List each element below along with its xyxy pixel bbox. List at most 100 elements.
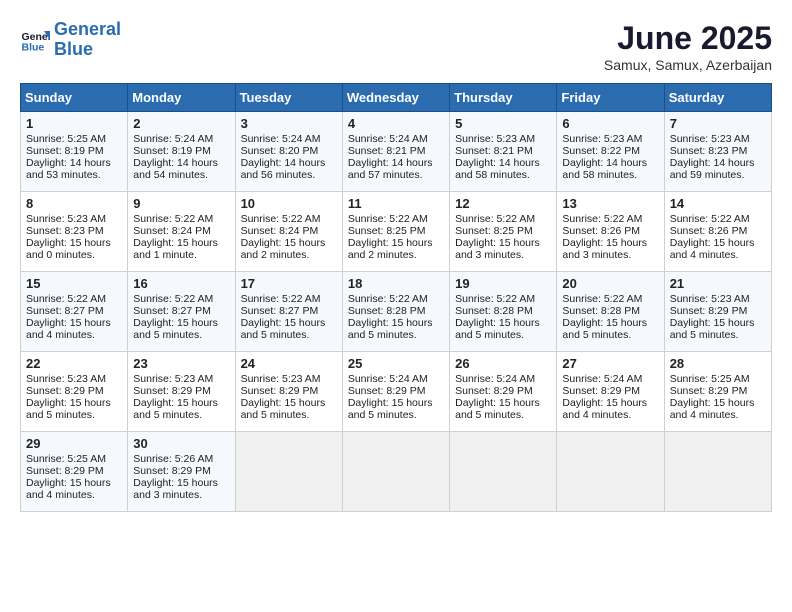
day-info: Sunrise: 5:22 AM — [133, 213, 229, 225]
day-info: Daylight: 15 hours — [241, 237, 337, 249]
day-info: Sunrise: 5:25 AM — [670, 373, 766, 385]
day-info: and 4 minutes. — [26, 489, 122, 501]
day-info: and 4 minutes. — [670, 249, 766, 261]
day-info: and 5 minutes. — [455, 409, 551, 421]
svg-text:Blue: Blue — [22, 41, 45, 53]
day-number: 30 — [133, 436, 229, 451]
day-info: Daylight: 14 hours — [26, 157, 122, 169]
day-info: Sunset: 8:25 PM — [455, 225, 551, 237]
day-info: Sunrise: 5:24 AM — [455, 373, 551, 385]
calendar-cell: 23Sunrise: 5:23 AMSunset: 8:29 PMDayligh… — [128, 352, 235, 432]
header-cell-friday: Friday — [557, 84, 664, 112]
day-info: Sunrise: 5:22 AM — [562, 213, 658, 225]
header-row: SundayMondayTuesdayWednesdayThursdayFrid… — [21, 84, 772, 112]
day-info: Daylight: 15 hours — [241, 317, 337, 329]
day-info: Daylight: 14 hours — [241, 157, 337, 169]
day-info: Daylight: 15 hours — [562, 397, 658, 409]
day-number: 27 — [562, 356, 658, 371]
day-number: 5 — [455, 116, 551, 131]
day-info: Sunset: 8:29 PM — [670, 385, 766, 397]
day-info: and 5 minutes. — [562, 329, 658, 341]
day-info: Sunrise: 5:22 AM — [133, 293, 229, 305]
calendar-cell: 20Sunrise: 5:22 AMSunset: 8:28 PMDayligh… — [557, 272, 664, 352]
day-info: Sunrise: 5:22 AM — [348, 293, 444, 305]
day-number: 16 — [133, 276, 229, 291]
day-info: Sunset: 8:21 PM — [348, 145, 444, 157]
day-info: Sunrise: 5:22 AM — [455, 213, 551, 225]
day-info: Daylight: 15 hours — [455, 237, 551, 249]
calendar-cell: 4Sunrise: 5:24 AMSunset: 8:21 PMDaylight… — [342, 112, 449, 192]
day-number: 15 — [26, 276, 122, 291]
logo-line2: Blue — [54, 39, 93, 59]
day-info: and 5 minutes. — [133, 409, 229, 421]
day-info: and 5 minutes. — [133, 329, 229, 341]
calendar-cell — [235, 432, 342, 512]
header-cell-sunday: Sunday — [21, 84, 128, 112]
title-block: June 2025 Samux, Samux, Azerbaijan — [604, 20, 772, 73]
day-number: 7 — [670, 116, 766, 131]
day-info: and 58 minutes. — [455, 169, 551, 181]
day-info: Daylight: 14 hours — [348, 157, 444, 169]
day-number: 2 — [133, 116, 229, 131]
calendar-cell — [450, 432, 557, 512]
day-info: Sunrise: 5:24 AM — [348, 373, 444, 385]
day-info: Sunrise: 5:22 AM — [241, 213, 337, 225]
day-info: Sunset: 8:21 PM — [455, 145, 551, 157]
day-number: 24 — [241, 356, 337, 371]
day-info: Sunset: 8:28 PM — [562, 305, 658, 317]
day-info: and 59 minutes. — [670, 169, 766, 181]
calendar-week-4: 22Sunrise: 5:23 AMSunset: 8:29 PMDayligh… — [21, 352, 772, 432]
calendar-cell: 27Sunrise: 5:24 AMSunset: 8:29 PMDayligh… — [557, 352, 664, 432]
logo-icon: General Blue — [20, 25, 50, 55]
day-info: Daylight: 15 hours — [670, 317, 766, 329]
day-info: and 56 minutes. — [241, 169, 337, 181]
day-info: Sunset: 8:26 PM — [670, 225, 766, 237]
day-info: and 2 minutes. — [348, 249, 444, 261]
calendar-cell: 7Sunrise: 5:23 AMSunset: 8:23 PMDaylight… — [664, 112, 771, 192]
header-cell-wednesday: Wednesday — [342, 84, 449, 112]
day-info: Daylight: 14 hours — [133, 157, 229, 169]
day-info: Sunrise: 5:23 AM — [562, 133, 658, 145]
day-info: Sunset: 8:23 PM — [670, 145, 766, 157]
day-info: Sunrise: 5:22 AM — [348, 213, 444, 225]
day-info: Sunrise: 5:22 AM — [670, 213, 766, 225]
day-info: Sunrise: 5:24 AM — [562, 373, 658, 385]
day-info: Sunrise: 5:24 AM — [241, 133, 337, 145]
day-info: Daylight: 15 hours — [562, 317, 658, 329]
day-info: and 4 minutes. — [670, 409, 766, 421]
calendar-cell: 13Sunrise: 5:22 AMSunset: 8:26 PMDayligh… — [557, 192, 664, 272]
calendar-cell: 16Sunrise: 5:22 AMSunset: 8:27 PMDayligh… — [128, 272, 235, 352]
day-info: Daylight: 15 hours — [26, 237, 122, 249]
month-title: June 2025 — [604, 20, 772, 57]
day-number: 3 — [241, 116, 337, 131]
calendar-cell: 19Sunrise: 5:22 AMSunset: 8:28 PMDayligh… — [450, 272, 557, 352]
calendar-week-3: 15Sunrise: 5:22 AMSunset: 8:27 PMDayligh… — [21, 272, 772, 352]
calendar-cell: 3Sunrise: 5:24 AMSunset: 8:20 PMDaylight… — [235, 112, 342, 192]
calendar-cell: 15Sunrise: 5:22 AMSunset: 8:27 PMDayligh… — [21, 272, 128, 352]
day-info: Sunrise: 5:23 AM — [133, 373, 229, 385]
day-info: and 3 minutes. — [455, 249, 551, 261]
day-info: Sunrise: 5:23 AM — [241, 373, 337, 385]
day-info: Daylight: 15 hours — [241, 397, 337, 409]
day-info: Sunrise: 5:23 AM — [26, 373, 122, 385]
day-number: 10 — [241, 196, 337, 211]
day-info: Sunset: 8:28 PM — [455, 305, 551, 317]
day-info: and 5 minutes. — [455, 329, 551, 341]
page-header: General Blue General Blue June 2025 Samu… — [20, 20, 772, 73]
day-info: Daylight: 14 hours — [670, 157, 766, 169]
day-info: and 5 minutes. — [241, 329, 337, 341]
calendar-cell: 8Sunrise: 5:23 AMSunset: 8:23 PMDaylight… — [21, 192, 128, 272]
day-info: Sunrise: 5:26 AM — [133, 453, 229, 465]
day-info: Sunset: 8:19 PM — [133, 145, 229, 157]
day-number: 11 — [348, 196, 444, 211]
day-number: 28 — [670, 356, 766, 371]
day-info: Sunset: 8:29 PM — [133, 465, 229, 477]
day-info: Sunset: 8:29 PM — [26, 385, 122, 397]
day-info: Sunset: 8:23 PM — [26, 225, 122, 237]
calendar-cell: 25Sunrise: 5:24 AMSunset: 8:29 PMDayligh… — [342, 352, 449, 432]
day-number: 26 — [455, 356, 551, 371]
day-info: Daylight: 15 hours — [133, 317, 229, 329]
calendar-cell — [342, 432, 449, 512]
day-info: Sunrise: 5:25 AM — [26, 133, 122, 145]
day-info: Daylight: 15 hours — [455, 397, 551, 409]
